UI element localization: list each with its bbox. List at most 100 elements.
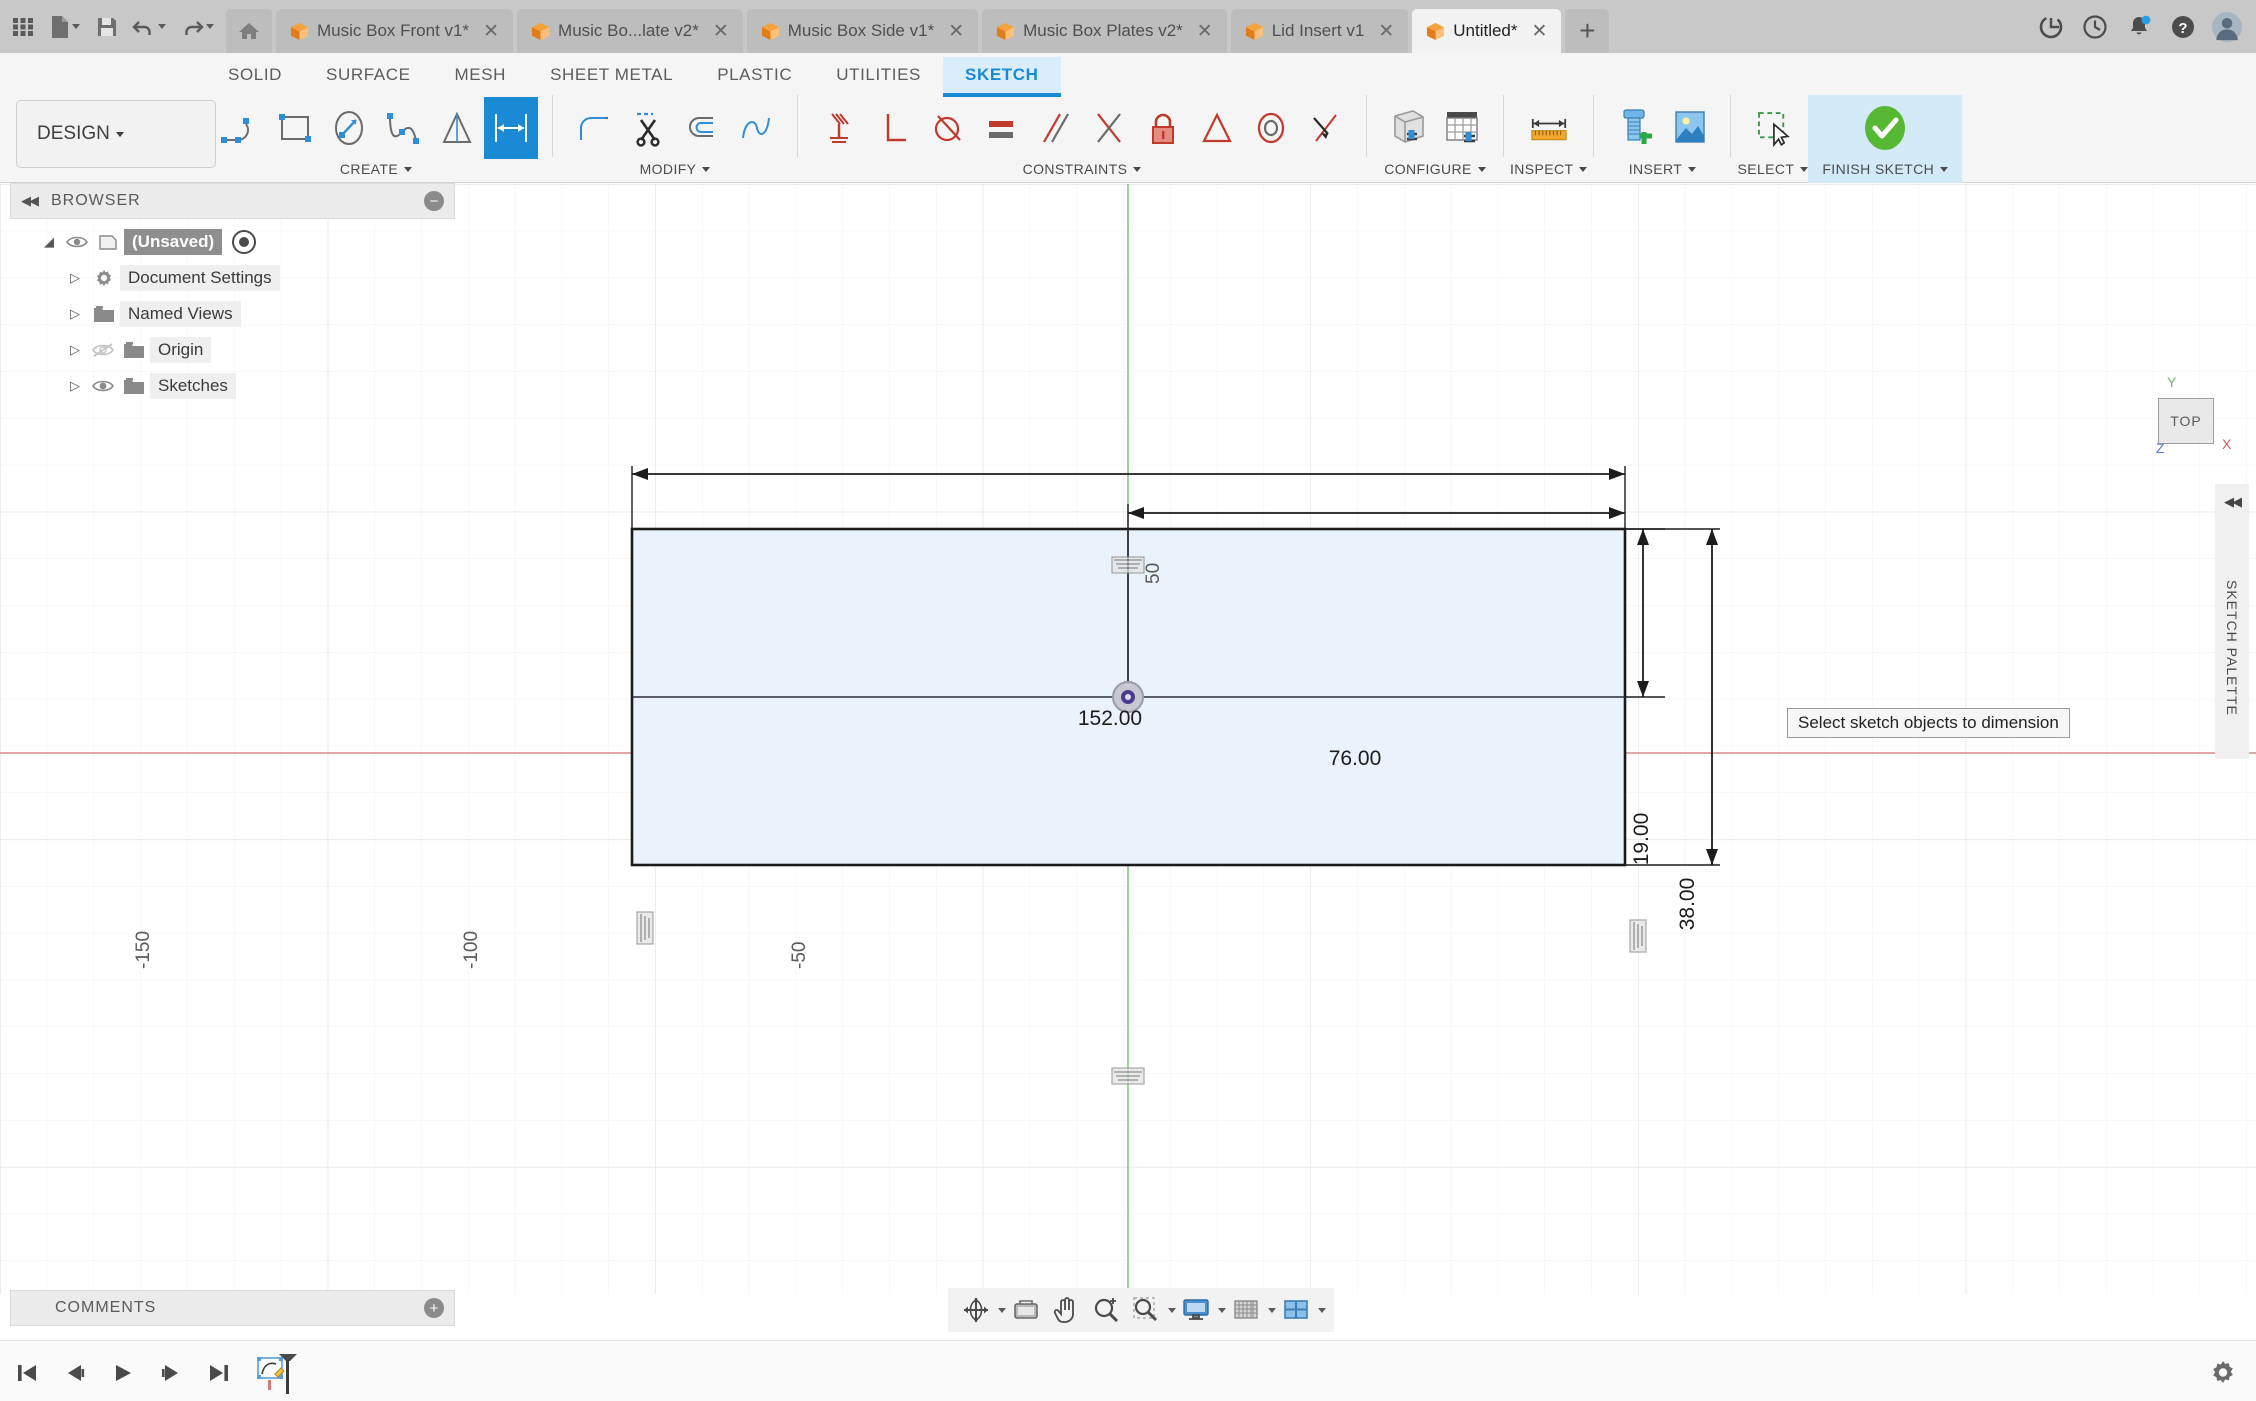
step-back-icon[interactable] <box>62 1358 88 1388</box>
configure-body-icon[interactable] <box>1381 97 1435 159</box>
eye-icon[interactable] <box>62 235 92 249</box>
close-icon[interactable]: ✕ <box>948 20 964 43</box>
measure-icon[interactable] <box>1522 97 1576 159</box>
pan-icon[interactable] <box>1046 1290 1086 1330</box>
settings-gear-icon[interactable] <box>2208 1358 2238 1393</box>
tree-item-named-views[interactable]: ▷ Named Views <box>10 296 455 332</box>
insert-image-icon[interactable] <box>1662 97 1716 159</box>
grid-snap-icon[interactable] <box>1226 1290 1266 1330</box>
ribbon-group-label-create[interactable]: CREATE <box>340 161 412 177</box>
undo-icon[interactable] <box>126 7 172 47</box>
document-tab-5[interactable]: Untitled* ✕ <box>1412 9 1561 53</box>
save-icon[interactable] <box>90 7 124 47</box>
go-to-beginning-icon[interactable] <box>14 1358 40 1388</box>
tree-item-document-settings[interactable]: ▷ Document Settings <box>10 260 455 296</box>
step-forward-icon[interactable] <box>158 1358 184 1388</box>
close-icon[interactable]: ✕ <box>713 20 729 43</box>
midpoint-icon[interactable] <box>1190 97 1244 159</box>
tab-surface[interactable]: SURFACE <box>304 57 433 97</box>
tree-item-unsaved[interactable]: ◢ (Unsaved) <box>10 224 455 260</box>
curvature-icon[interactable] <box>729 97 783 159</box>
tree-item-origin[interactable]: ▷ Origin <box>10 332 455 368</box>
chevron-down-icon[interactable] <box>1318 1308 1326 1313</box>
minus-circle-icon[interactable]: − <box>424 191 444 211</box>
tab-sheet-metal[interactable]: SHEET METAL <box>528 57 695 97</box>
document-tab-3[interactable]: Music Box Plates v2* ✕ <box>982 9 1227 53</box>
dimension-value-overall-height[interactable]: 38.00 <box>1676 878 1700 931</box>
fillet-icon[interactable] <box>567 97 621 159</box>
parallel-icon[interactable] <box>1028 97 1082 159</box>
extensions-icon[interactable] <box>2036 12 2066 42</box>
notifications-icon[interactable] <box>2124 12 2154 42</box>
circle-icon[interactable] <box>322 97 376 159</box>
tab-utilities[interactable]: UTILITIES <box>814 57 943 97</box>
chevron-down-icon[interactable] <box>1168 1308 1176 1313</box>
eye-off-icon[interactable] <box>88 342 118 358</box>
vertical-horizontal-icon[interactable] <box>812 97 866 159</box>
collapse-left-icon[interactable]: ◀◀ <box>2224 494 2240 510</box>
sketch-dimension-icon[interactable] <box>484 97 538 159</box>
display-mode-icon[interactable] <box>1176 1290 1216 1330</box>
chevron-down-icon[interactable] <box>1268 1308 1276 1313</box>
close-icon[interactable]: ✕ <box>483 20 499 43</box>
insert-mcmaster-icon[interactable] <box>1608 97 1662 159</box>
play-icon[interactable] <box>110 1358 136 1388</box>
view-cube[interactable]: TOP <box>2158 398 2214 444</box>
fit-icon[interactable] <box>1126 1290 1166 1330</box>
dimension-value-half-width[interactable]: 76.00 <box>1329 747 1382 771</box>
app-grid-icon[interactable] <box>6 7 40 47</box>
tree-item-sketches[interactable]: ▷ Sketches <box>10 368 455 404</box>
job-status-icon[interactable] <box>2080 12 2110 42</box>
design-workspace-button[interactable]: DESIGN <box>16 100 216 168</box>
concentric-icon[interactable] <box>1244 97 1298 159</box>
sketch-feature-icon[interactable] <box>254 1358 300 1388</box>
orbit-icon[interactable] <box>956 1290 996 1330</box>
help-icon[interactable]: ? <box>2168 12 2198 42</box>
tab-sketch[interactable]: SKETCH <box>943 57 1061 97</box>
dimension-value-half-height[interactable]: 19.00 <box>1630 813 1654 866</box>
close-icon[interactable]: ✕ <box>1378 20 1394 43</box>
sketch-palette-strip[interactable]: ◀◀ SKETCH PALETTE <box>2215 484 2249 759</box>
plus-circle-icon[interactable]: + <box>424 1298 444 1318</box>
ribbon-group-label-modify[interactable]: MODIFY <box>640 161 711 177</box>
rectangle-icon[interactable] <box>268 97 322 159</box>
close-icon[interactable]: ✕ <box>1532 20 1548 43</box>
chevron-down-icon[interactable] <box>1218 1308 1226 1313</box>
trim-icon[interactable] <box>621 97 675 159</box>
account-avatar-icon[interactable] <box>2212 12 2242 42</box>
chevron-right-icon[interactable]: ▷ <box>62 342 88 358</box>
expand-arrow-icon[interactable]: ◢ <box>36 234 62 250</box>
close-icon[interactable]: ✕ <box>1197 20 1213 43</box>
line-icon[interactable] <box>214 97 268 159</box>
document-tab-4[interactable]: Lid Insert v1 ✕ <box>1231 9 1409 53</box>
document-tab-0[interactable]: Music Box Front v1* ✕ <box>276 9 513 53</box>
collinear-icon[interactable] <box>1298 97 1352 159</box>
go-to-end-icon[interactable] <box>206 1358 232 1388</box>
configure-table-icon[interactable] <box>1435 97 1489 159</box>
redo-icon[interactable] <box>174 7 220 47</box>
display-settings-icon[interactable] <box>1006 1290 1046 1330</box>
chevron-down-icon[interactable] <box>998 1308 1006 1313</box>
spline-icon[interactable] <box>376 97 430 159</box>
ribbon-group-label-select[interactable]: SELECT <box>1737 161 1808 177</box>
select-window-icon[interactable] <box>1746 97 1800 159</box>
chevron-right-icon[interactable]: ▷ <box>62 378 88 394</box>
new-document-icon[interactable] <box>42 7 88 47</box>
polygon-icon[interactable] <box>430 97 484 159</box>
ribbon-group-label-constraints[interactable]: CONSTRAINTS <box>1023 161 1142 177</box>
perpendicular-icon[interactable] <box>866 97 920 159</box>
home-tab[interactable] <box>226 9 272 53</box>
new-tab-button[interactable]: + <box>1565 9 1609 53</box>
symmetry-icon[interactable] <box>1082 97 1136 159</box>
active-component-radio[interactable] <box>232 230 256 254</box>
chevron-right-icon[interactable]: ▷ <box>62 270 88 286</box>
ribbon-group-label-insert[interactable]: INSERT <box>1629 161 1697 177</box>
tab-mesh[interactable]: MESH <box>433 57 529 97</box>
ribbon-group-label-inspect[interactable]: INSPECT <box>1510 161 1587 177</box>
tab-plastic[interactable]: PLASTIC <box>695 57 814 97</box>
chevron-right-icon[interactable]: ▷ <box>62 306 88 322</box>
collapse-left-icon[interactable]: ◀◀ <box>21 193 37 209</box>
finish-sketch-button[interactable]: FINISH SKETCH <box>1808 95 1962 183</box>
fix-unfix-icon[interactable] <box>1136 97 1190 159</box>
eye-icon[interactable] <box>88 378 118 394</box>
